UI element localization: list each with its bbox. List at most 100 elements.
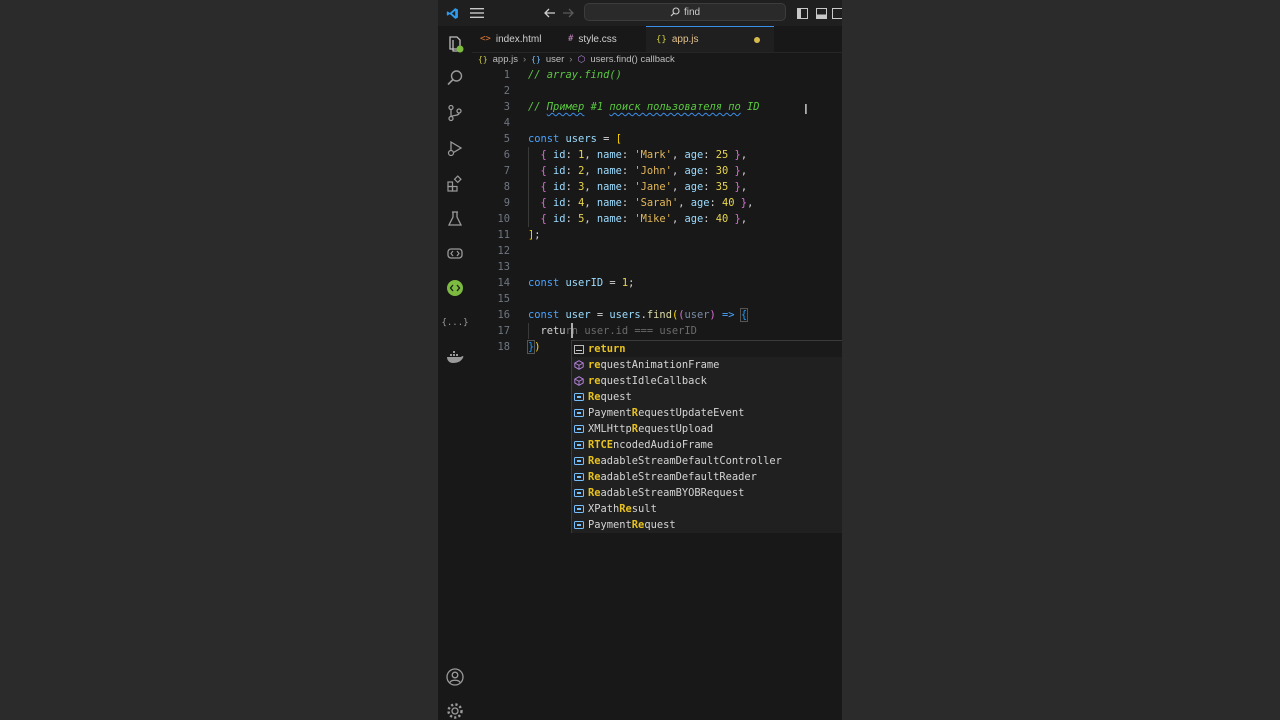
suggestion-item[interactable]: requestIdleCallback <box>572 373 842 389</box>
suggestion-label: ReadableStreamDefaultReader <box>588 471 757 483</box>
extensions-icon[interactable] <box>443 172 467 196</box>
code-line: 1// array.find() <box>503 69 622 81</box>
suggestion-label: PaymentRequest <box>588 519 676 531</box>
suggestion-item[interactable]: ReadableStreamDefaultController <box>572 453 842 469</box>
class-icon <box>574 392 584 402</box>
suggestion-label: ReadableStreamDefaultController <box>588 455 782 467</box>
account-icon[interactable] <box>443 665 467 689</box>
tab-label: app.js <box>671 34 699 45</box>
menu-icon[interactable] <box>466 0 488 26</box>
chevron-right-icon: › <box>569 53 573 65</box>
class-icon <box>574 456 584 466</box>
suggestion-item[interactable]: requestAnimationFrame <box>572 357 842 373</box>
search-icon <box>670 7 680 17</box>
chevron-right-icon: › <box>523 53 527 65</box>
code-line: 14 const userID = 1; <box>497 277 635 289</box>
suggestion-item[interactable]: ReadableStreamBYOBRequest <box>572 485 842 501</box>
suggestion-item[interactable]: return <box>572 341 842 357</box>
unsaved-dot-icon[interactable] <box>754 37 760 43</box>
suggestion-item[interactable]: Request <box>572 389 842 405</box>
class-icon <box>574 520 584 530</box>
method-cube-icon <box>574 376 584 386</box>
suggestion-item[interactable]: XMLHttpRequestUpload <box>572 421 842 437</box>
suggestion-item[interactable]: PaymentRequestUpdateEvent <box>572 405 842 421</box>
mouse-ibeam-cursor-icon: I <box>804 103 808 118</box>
html-file-icon: <> <box>480 34 491 44</box>
class-icon <box>574 472 584 482</box>
vscode-logo-icon[interactable] <box>442 0 462 26</box>
command-center-search[interactable]: find <box>584 3 786 21</box>
activity-bar: {...} <box>438 26 472 720</box>
inline-suggestion-ghost-text: rn user.id === userID <box>565 325 697 337</box>
editor-window: find {...} <> index.html # style.css {} … <box>438 0 842 720</box>
tab-label: style.css <box>578 33 617 45</box>
method-cube-icon: ⬡ <box>577 53 586 64</box>
remote-icon[interactable] <box>443 241 467 265</box>
back-arrow-icon[interactable] <box>540 0 560 26</box>
suggestion-item[interactable]: ReadableStreamDefaultReader <box>572 469 842 485</box>
tab-index-html[interactable]: <> index.html <box>472 26 556 52</box>
editor-tabs: <> index.html # style.css {} app.js <box>472 26 842 53</box>
tab-style-css[interactable]: # style.css <box>558 26 644 52</box>
class-icon <box>574 488 584 498</box>
live-preview-icon[interactable] <box>443 276 467 300</box>
code-line: 7 { id: 2, name: 'John', age: 30 }, <box>503 163 748 179</box>
code-comment-ru: // Пример #1 поиск пользователя по ID <box>528 101 760 113</box>
run-debug-icon[interactable] <box>443 136 467 160</box>
variable-icon: {} <box>531 54 541 64</box>
toggle-panel-icon[interactable] <box>813 0 829 26</box>
breadcrumb-file[interactable]: app.js <box>493 54 518 65</box>
code-line: 11]; <box>497 229 541 241</box>
docker-icon[interactable] <box>443 345 467 369</box>
text-cursor <box>571 323 573 338</box>
code-line: 17 return user.id === userID <box>497 323 697 339</box>
code-line: 2 <box>503 85 510 97</box>
json-icon[interactable]: {...} <box>441 311 468 335</box>
tab-app-js[interactable]: {} app.js <box>646 26 774 52</box>
testing-icon[interactable] <box>443 207 467 231</box>
suggestion-label: XPathResult <box>588 503 657 515</box>
tab-label: index.html <box>495 33 542 45</box>
search-text: find <box>683 6 701 18</box>
code-line: 8 { id: 3, name: 'Jane', age: 35 }, <box>503 179 748 195</box>
suggestion-item[interactable]: RTCEncodedAudioFrame <box>572 437 842 453</box>
code-comment: // array.find() <box>528 69 622 81</box>
js-file-icon: {} <box>478 54 488 64</box>
toggle-sidebar-icon[interactable] <box>794 0 810 26</box>
suggestion-label: ReadableStreamBYOBRequest <box>588 487 745 499</box>
breadcrumb-symbol-user[interactable]: user <box>546 54 564 65</box>
code-line: 3// Пример #1 поиск пользователя по ID <box>503 101 760 113</box>
keyword-icon <box>574 344 584 354</box>
title-bar: find <box>438 0 842 26</box>
forward-arrow-icon[interactable] <box>558 0 578 26</box>
settings-gear-icon[interactable] <box>443 699 467 720</box>
css-file-icon: # <box>568 34 574 44</box>
suggestion-label: Request <box>588 391 632 403</box>
suggestion-label: requestIdleCallback <box>588 375 707 387</box>
suggestion-label: RTCEncodedAudioFrame <box>588 439 714 451</box>
explorer-icon[interactable] <box>443 32 467 56</box>
class-icon <box>574 440 584 450</box>
source-control-icon[interactable] <box>443 101 467 125</box>
toggle-secondary-sidebar-icon[interactable] <box>831 0 842 26</box>
suggestion-label: return <box>588 343 626 355</box>
breadcrumb: {} app.js › {} user › ⬡ users.find() cal… <box>478 52 675 66</box>
class-icon <box>574 424 584 434</box>
suggestion-label: XMLHttpRequestUpload <box>588 423 714 435</box>
suggestion-item[interactable]: XPathResult <box>572 501 842 517</box>
method-cube-icon <box>574 360 584 370</box>
code-line: 9 { id: 4, name: 'Sarah', age: 40 }, <box>503 195 754 211</box>
autocomplete-suggestions[interactable]: return requestAnimationFrame requestIdleCa… <box>571 340 842 533</box>
code-line: 16 const user = users.find((user) => { <box>497 308 749 322</box>
suggestion-item[interactable]: PaymentRequest <box>572 517 842 533</box>
code-line: 15 <box>497 293 510 305</box>
breadcrumb-symbol-callback[interactable]: users.find() callback <box>590 54 674 65</box>
code-line: 12 <box>497 245 510 257</box>
code-line: 5 const users = [ <box>503 133 622 145</box>
suggestion-label: PaymentRequestUpdateEvent <box>588 407 745 419</box>
suggestion-label: requestAnimationFrame <box>588 359 720 371</box>
search-icon[interactable] <box>443 66 467 90</box>
code-line: 6 { id: 1, name: 'Mark', age: 25 }, <box>503 147 748 163</box>
class-icon <box>574 504 584 514</box>
code-line: 13 <box>497 261 510 273</box>
